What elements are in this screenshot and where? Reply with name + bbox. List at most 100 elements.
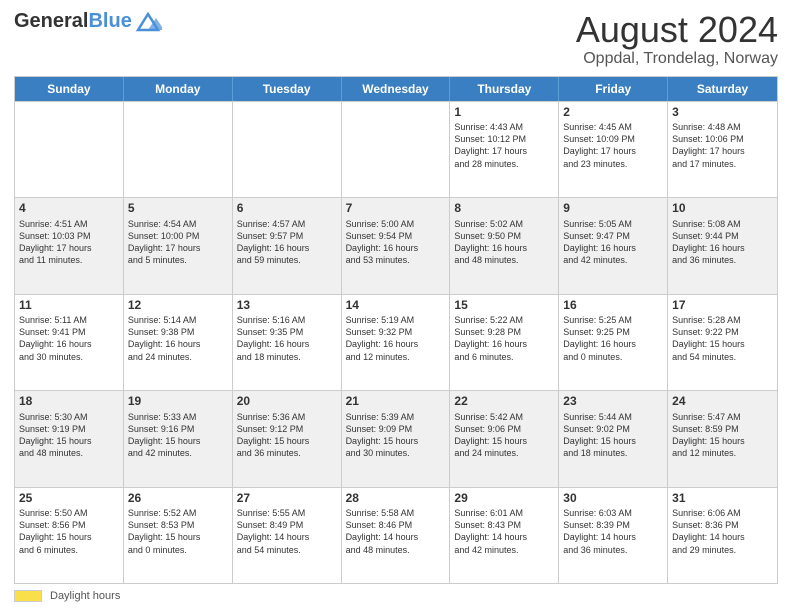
day-cell-14: 14Sunrise: 5:19 AMSunset: 9:32 PMDayligh…	[342, 295, 451, 390]
day-number: 26	[128, 491, 228, 507]
day-info: Sunrise: 5:36 AMSunset: 9:12 PMDaylight:…	[237, 411, 337, 460]
day-number: 28	[346, 491, 446, 507]
day-cell-5: 5Sunrise: 4:54 AMSunset: 10:00 PMDayligh…	[124, 198, 233, 293]
day-number: 21	[346, 394, 446, 410]
calendar-header: SundayMondayTuesdayWednesdayThursdayFrid…	[15, 77, 777, 101]
day-cell-2: 2Sunrise: 4:45 AMSunset: 10:09 PMDayligh…	[559, 102, 668, 197]
day-cell-22: 22Sunrise: 5:42 AMSunset: 9:06 PMDayligh…	[450, 391, 559, 486]
day-number: 13	[237, 298, 337, 314]
calendar-row-5: 25Sunrise: 5:50 AMSunset: 8:56 PMDayligh…	[15, 487, 777, 583]
day-number: 31	[672, 491, 773, 507]
day-info: Sunrise: 5:14 AMSunset: 9:38 PMDaylight:…	[128, 314, 228, 363]
header-day-friday: Friday	[559, 77, 668, 101]
day-number: 11	[19, 298, 119, 314]
day-cell-18: 18Sunrise: 5:30 AMSunset: 9:19 PMDayligh…	[15, 391, 124, 486]
day-info: Sunrise: 4:43 AMSunset: 10:12 PMDaylight…	[454, 121, 554, 170]
day-info: Sunrise: 5:30 AMSunset: 9:19 PMDaylight:…	[19, 411, 119, 460]
daylight-swatch	[14, 590, 42, 602]
day-info: Sunrise: 5:16 AMSunset: 9:35 PMDaylight:…	[237, 314, 337, 363]
calendar-body: 1Sunrise: 4:43 AMSunset: 10:12 PMDayligh…	[15, 101, 777, 583]
day-number: 18	[19, 394, 119, 410]
day-number: 7	[346, 201, 446, 217]
day-number: 30	[563, 491, 663, 507]
calendar-row-1: 1Sunrise: 4:43 AMSunset: 10:12 PMDayligh…	[15, 101, 777, 197]
day-cell-7: 7Sunrise: 5:00 AMSunset: 9:54 PMDaylight…	[342, 198, 451, 293]
day-cell-3: 3Sunrise: 4:48 AMSunset: 10:06 PMDayligh…	[668, 102, 777, 197]
day-number: 8	[454, 201, 554, 217]
day-info: Sunrise: 6:03 AMSunset: 8:39 PMDaylight:…	[563, 507, 663, 556]
day-number: 12	[128, 298, 228, 314]
day-cell-31: 31Sunrise: 6:06 AMSunset: 8:36 PMDayligh…	[668, 488, 777, 583]
day-cell-15: 15Sunrise: 5:22 AMSunset: 9:28 PMDayligh…	[450, 295, 559, 390]
header: GeneralBlue August 2024 Oppdal, Trondela…	[14, 10, 778, 68]
day-info: Sunrise: 5:11 AMSunset: 9:41 PMDaylight:…	[19, 314, 119, 363]
day-number: 27	[237, 491, 337, 507]
day-cell-29: 29Sunrise: 6:01 AMSunset: 8:43 PMDayligh…	[450, 488, 559, 583]
day-number: 9	[563, 201, 663, 217]
day-cell-6: 6Sunrise: 4:57 AMSunset: 9:57 PMDaylight…	[233, 198, 342, 293]
page: GeneralBlue August 2024 Oppdal, Trondela…	[0, 0, 792, 612]
day-number: 23	[563, 394, 663, 410]
day-cell-28: 28Sunrise: 5:58 AMSunset: 8:46 PMDayligh…	[342, 488, 451, 583]
day-cell-17: 17Sunrise: 5:28 AMSunset: 9:22 PMDayligh…	[668, 295, 777, 390]
day-number: 10	[672, 201, 773, 217]
logo: GeneralBlue	[14, 10, 162, 33]
day-info: Sunrise: 4:45 AMSunset: 10:09 PMDaylight…	[563, 121, 663, 170]
day-cell-10: 10Sunrise: 5:08 AMSunset: 9:44 PMDayligh…	[668, 198, 777, 293]
day-cell-21: 21Sunrise: 5:39 AMSunset: 9:09 PMDayligh…	[342, 391, 451, 486]
header-day-sunday: Sunday	[15, 77, 124, 101]
day-info: Sunrise: 4:48 AMSunset: 10:06 PMDaylight…	[672, 121, 773, 170]
footer: Daylight hours	[14, 584, 778, 602]
day-info: Sunrise: 6:01 AMSunset: 8:43 PMDaylight:…	[454, 507, 554, 556]
calendar-row-2: 4Sunrise: 4:51 AMSunset: 10:03 PMDayligh…	[15, 197, 777, 293]
day-number: 3	[672, 105, 773, 121]
day-cell-30: 30Sunrise: 6:03 AMSunset: 8:39 PMDayligh…	[559, 488, 668, 583]
day-number: 6	[237, 201, 337, 217]
day-number: 22	[454, 394, 554, 410]
day-cell-9: 9Sunrise: 5:05 AMSunset: 9:47 PMDaylight…	[559, 198, 668, 293]
header-day-wednesday: Wednesday	[342, 77, 451, 101]
empty-cell	[342, 102, 451, 197]
empty-cell	[233, 102, 342, 197]
day-number: 29	[454, 491, 554, 507]
calendar-row-3: 11Sunrise: 5:11 AMSunset: 9:41 PMDayligh…	[15, 294, 777, 390]
calendar-row-4: 18Sunrise: 5:30 AMSunset: 9:19 PMDayligh…	[15, 390, 777, 486]
day-info: Sunrise: 6:06 AMSunset: 8:36 PMDaylight:…	[672, 507, 773, 556]
day-info: Sunrise: 5:25 AMSunset: 9:25 PMDaylight:…	[563, 314, 663, 363]
day-cell-12: 12Sunrise: 5:14 AMSunset: 9:38 PMDayligh…	[124, 295, 233, 390]
day-number: 5	[128, 201, 228, 217]
day-info: Sunrise: 5:05 AMSunset: 9:47 PMDaylight:…	[563, 218, 663, 267]
day-number: 16	[563, 298, 663, 314]
day-cell-19: 19Sunrise: 5:33 AMSunset: 9:16 PMDayligh…	[124, 391, 233, 486]
logo-icon	[134, 12, 162, 32]
day-info: Sunrise: 5:28 AMSunset: 9:22 PMDaylight:…	[672, 314, 773, 363]
day-cell-11: 11Sunrise: 5:11 AMSunset: 9:41 PMDayligh…	[15, 295, 124, 390]
day-cell-16: 16Sunrise: 5:25 AMSunset: 9:25 PMDayligh…	[559, 295, 668, 390]
day-cell-26: 26Sunrise: 5:52 AMSunset: 8:53 PMDayligh…	[124, 488, 233, 583]
day-info: Sunrise: 5:52 AMSunset: 8:53 PMDaylight:…	[128, 507, 228, 556]
day-info: Sunrise: 4:54 AMSunset: 10:00 PMDaylight…	[128, 218, 228, 267]
day-info: Sunrise: 5:33 AMSunset: 9:16 PMDaylight:…	[128, 411, 228, 460]
calendar: SundayMondayTuesdayWednesdayThursdayFrid…	[14, 76, 778, 584]
day-info: Sunrise: 5:47 AMSunset: 8:59 PMDaylight:…	[672, 411, 773, 460]
header-day-monday: Monday	[124, 77, 233, 101]
header-day-tuesday: Tuesday	[233, 77, 342, 101]
daylight-label: Daylight hours	[50, 590, 120, 602]
day-number: 20	[237, 394, 337, 410]
day-number: 2	[563, 105, 663, 121]
day-cell-8: 8Sunrise: 5:02 AMSunset: 9:50 PMDaylight…	[450, 198, 559, 293]
day-number: 24	[672, 394, 773, 410]
day-cell-25: 25Sunrise: 5:50 AMSunset: 8:56 PMDayligh…	[15, 488, 124, 583]
day-info: Sunrise: 5:42 AMSunset: 9:06 PMDaylight:…	[454, 411, 554, 460]
subtitle: Oppdal, Trondelag, Norway	[576, 50, 778, 68]
day-cell-27: 27Sunrise: 5:55 AMSunset: 8:49 PMDayligh…	[233, 488, 342, 583]
day-info: Sunrise: 5:55 AMSunset: 8:49 PMDaylight:…	[237, 507, 337, 556]
day-info: Sunrise: 4:57 AMSunset: 9:57 PMDaylight:…	[237, 218, 337, 267]
day-cell-24: 24Sunrise: 5:47 AMSunset: 8:59 PMDayligh…	[668, 391, 777, 486]
day-number: 1	[454, 105, 554, 121]
day-number: 4	[19, 201, 119, 217]
day-number: 14	[346, 298, 446, 314]
day-info: Sunrise: 5:58 AMSunset: 8:46 PMDaylight:…	[346, 507, 446, 556]
day-info: Sunrise: 5:00 AMSunset: 9:54 PMDaylight:…	[346, 218, 446, 267]
day-info: Sunrise: 5:39 AMSunset: 9:09 PMDaylight:…	[346, 411, 446, 460]
